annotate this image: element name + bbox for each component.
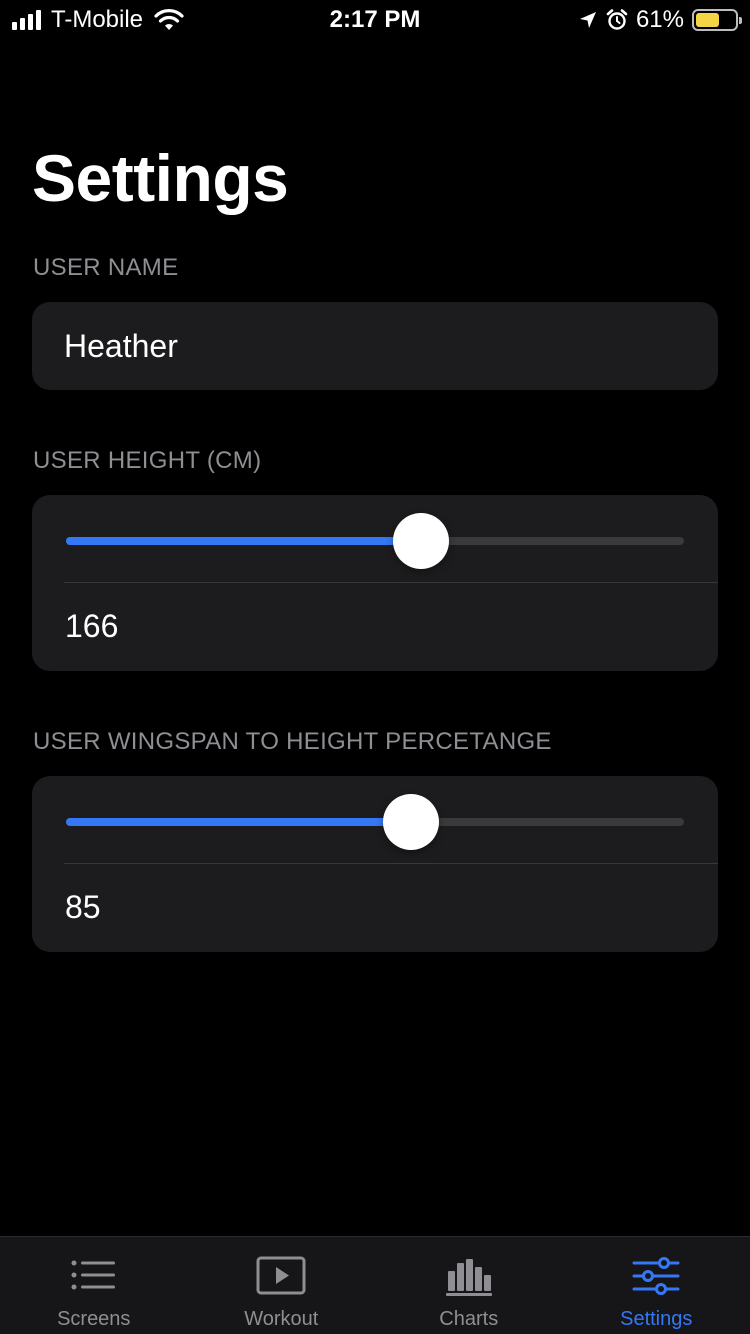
slider-track-fill (66, 537, 421, 545)
tab-label: Charts (439, 1308, 499, 1330)
list-icon (71, 1260, 115, 1290)
tab-screens[interactable]: Screens (0, 1237, 188, 1334)
battery-percent: 61% (635, 6, 684, 33)
status-right: 61% (578, 6, 742, 34)
user-height-card: 166 (32, 495, 718, 671)
alarm-icon (606, 9, 628, 30)
user-height-label: USER HEIGHT (CM) (33, 447, 262, 474)
page-title: Settings (32, 141, 289, 215)
user-name-input[interactable] (64, 302, 684, 390)
play-icon (256, 1256, 306, 1295)
wingspan-label: USER WINGSPAN TO HEIGHT PERCETANGE (33, 728, 552, 755)
wingspan-value: 85 (65, 889, 101, 925)
user-height-value: 166 (65, 608, 119, 644)
divider (64, 582, 718, 583)
slider-thumb[interactable] (392, 513, 449, 569)
location-icon (579, 12, 596, 28)
divider (64, 863, 718, 864)
settings-screen: T-Mobile 2:17 PM 61% Settings USER NAME … (0, 0, 750, 1334)
sliders-icon (632, 1257, 680, 1295)
tab-label: Screens (57, 1308, 131, 1330)
battery-icon (692, 9, 742, 31)
status-bar: T-Mobile 2:17 PM 61% (0, 0, 750, 40)
wingspan-slider[interactable] (66, 792, 684, 852)
wingspan-card: 85 (32, 776, 718, 952)
tab-label: Workout (244, 1308, 319, 1330)
tab-label: Settings (620, 1308, 693, 1330)
battery-tip (739, 17, 742, 24)
user-name-card (32, 302, 718, 390)
slider-thumb[interactable] (382, 794, 439, 850)
bar-chart-icon (445, 1259, 492, 1296)
tab-bar: Screens Workout Charts Settings (0, 1236, 750, 1334)
tab-charts[interactable]: Charts (375, 1237, 563, 1334)
user-name-label: USER NAME (33, 254, 179, 281)
tab-workout[interactable]: Workout (188, 1237, 376, 1334)
slider-track-fill (66, 818, 411, 826)
battery-fill (696, 13, 720, 27)
tab-settings[interactable]: Settings (563, 1237, 750, 1334)
user-height-slider[interactable] (66, 511, 684, 571)
